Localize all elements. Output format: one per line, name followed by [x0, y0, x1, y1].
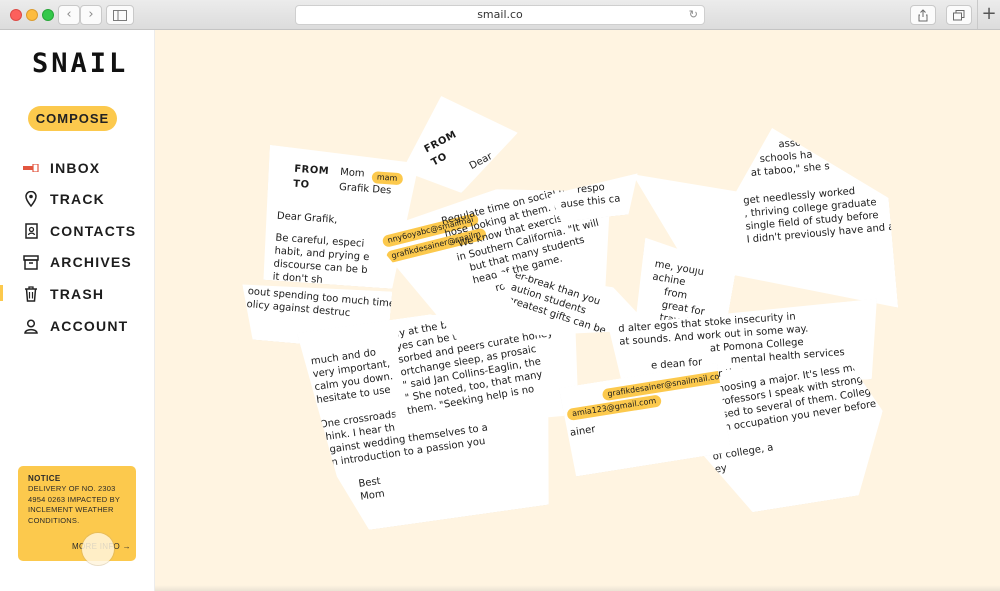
letter-fragment[interactable]: respo ause this ca: [548, 173, 642, 222]
back-arrow-icon: ‹: [66, 7, 72, 22]
notice-message: DELIVERY OF NO. 2303 4954 0263 IMPACTED …: [28, 484, 126, 526]
sender-email-pill: mam: [371, 171, 402, 185]
trash-can-icon: [22, 285, 40, 303]
sidebar: SNAIL COMPOSE INBOX TRACK CONTACTS ARCHI…: [0, 30, 155, 591]
share-button[interactable]: [910, 5, 936, 25]
reload-icon[interactable]: ↻: [689, 6, 698, 24]
recipient-name: ainer: [569, 423, 597, 439]
canvas-bottom-edge: [155, 585, 1000, 591]
notice-title: NOTICE: [28, 474, 61, 483]
letter-greeting: Dear Grafik,: [276, 210, 338, 226]
notice-line: 4954 0263 IMPACTED BY: [28, 494, 121, 504]
sidebar-item-label: CONTACTS: [50, 223, 137, 239]
sidebar-item-account[interactable]: ACCOUNT: [22, 315, 128, 337]
browser-toolbar: ‹ › smail.co ↻ +: [0, 0, 1000, 30]
sidebar-item-archives[interactable]: ARCHIVES: [22, 251, 132, 273]
back-button[interactable]: ‹: [58, 5, 80, 25]
tabs-overview-button[interactable]: [946, 5, 972, 25]
letter-fragment[interactable]: amia123@gmail.com grafikdesainer@snailma…: [559, 363, 731, 477]
sidebar-item-label: INBOX: [50, 160, 101, 176]
delivery-notice-card: NOTICE DELIVERY OF NO. 2303 4954 0263 IM…: [18, 466, 136, 561]
notice-line: DELIVERY OF NO. 2303: [28, 484, 116, 493]
sidebar-item-track[interactable]: TRACK: [22, 188, 105, 210]
forward-arrow-icon: ›: [88, 7, 94, 22]
shredded-letter-canvas: oout spending too much time olicy agains…: [155, 30, 1000, 591]
forward-button[interactable]: ›: [80, 5, 102, 25]
sidebar-item-label: TRASH: [50, 286, 105, 302]
sidebar-item-label: TRACK: [50, 191, 105, 207]
notice-line: CONDITIONS.: [28, 515, 80, 525]
tabs-icon: [953, 10, 965, 21]
letter-text-line: ye: [786, 124, 800, 137]
map-pin-icon: [22, 190, 40, 208]
inbox-icon: [22, 159, 40, 177]
user-icon: [22, 317, 40, 335]
address-bar[interactable]: smail.co ↻: [295, 5, 705, 25]
letter-greeting: Dear: [467, 150, 495, 173]
sidebar-item-inbox[interactable]: INBOX: [22, 157, 100, 179]
arrow-right-icon: →: [122, 542, 131, 551]
new-tab-button[interactable]: +: [977, 0, 1000, 29]
to-label: TO: [292, 178, 310, 191]
from-label: FROM: [293, 163, 330, 178]
url-text: smail.co: [477, 8, 523, 21]
sender-name: Mom: [339, 166, 365, 180]
sidebar-toggle-button[interactable]: [106, 5, 134, 25]
notice-line: INCLEMENT WEATHER: [28, 505, 114, 514]
sidebar-item-trash[interactable]: TRASH: [22, 283, 104, 305]
sidebar-item-contacts[interactable]: CONTACTS: [22, 220, 136, 242]
cursor-highlight: [82, 533, 114, 565]
letter-text-line: it don't sh: [272, 271, 324, 286]
sidebar-icon: [113, 10, 127, 21]
letter-text-line: ause this ca: [559, 193, 621, 211]
sidebar-item-label: ARCHIVES: [50, 254, 132, 270]
sidebar-item-label: ACCOUNT: [50, 318, 129, 334]
letter-text-line: ey: [714, 462, 728, 476]
minimize-window-button[interactable]: [26, 9, 38, 21]
letter-text-line: Mom: [359, 488, 386, 503]
close-window-button[interactable]: [10, 9, 22, 21]
app-logo[interactable]: SNAIL: [32, 48, 128, 79]
compose-button[interactable]: COMPOSE: [28, 106, 117, 131]
archive-box-icon: [22, 253, 40, 271]
letter-fragment[interactable]: FROM TO Mom Grafik Des mam Dear Grafik, …: [260, 145, 419, 290]
zoom-window-button[interactable]: [42, 9, 54, 21]
contacts-icon: [22, 222, 40, 240]
active-item-indicator: [0, 285, 3, 301]
share-icon: [918, 9, 928, 22]
